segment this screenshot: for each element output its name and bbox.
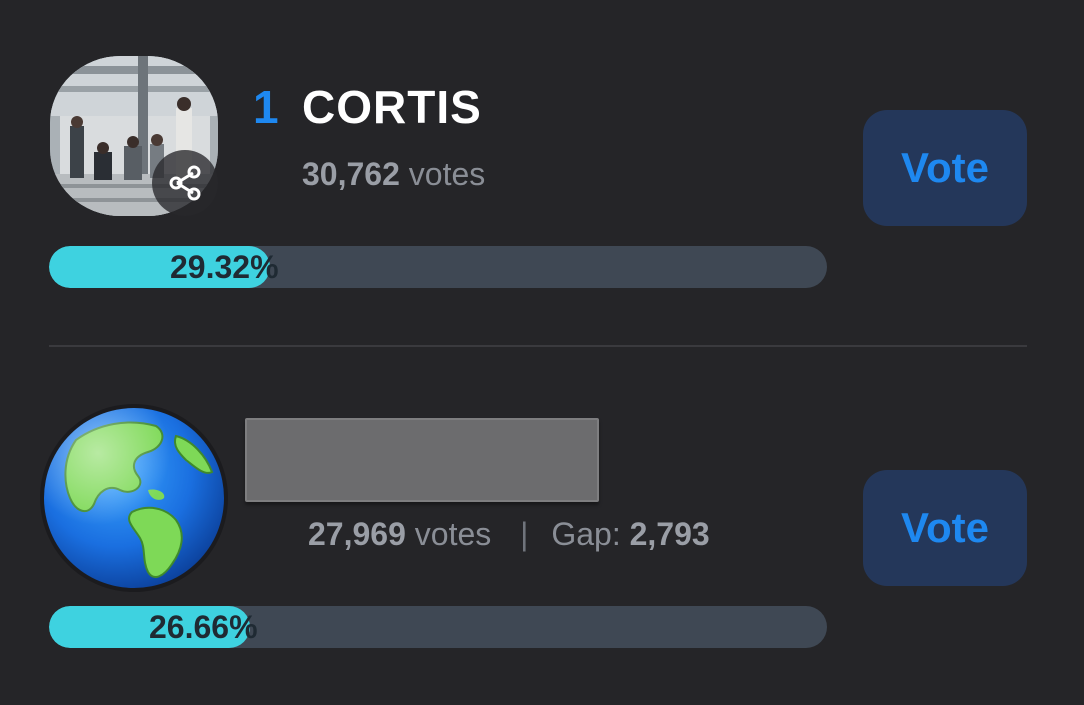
entry-1-vote-count: 30,762 xyxy=(302,156,400,192)
share-button[interactable] xyxy=(152,150,218,216)
entry-2-avatar[interactable] xyxy=(36,400,232,596)
rank-number: 1 xyxy=(253,81,279,133)
ranking-list: 1 CORTIS 30,762 votes Vote 29.32% 27,969… xyxy=(0,0,1084,705)
entry-1-vote-button[interactable]: Vote xyxy=(863,110,1027,226)
gap-label: Gap: xyxy=(551,516,621,552)
gap-value: 2,793 xyxy=(629,516,710,552)
entry-1-name: CORTIS xyxy=(302,81,482,133)
entry-1-votes: 30,762 votes xyxy=(302,158,485,190)
entry-2-vote-button[interactable]: Vote xyxy=(863,470,1027,586)
entry-1-votes-label: votes xyxy=(408,156,486,192)
entry-2-votes: 27,969 votes | Gap: 2,793 xyxy=(308,518,710,550)
separator: | xyxy=(520,516,529,552)
entry-1-percent: 29.32% xyxy=(170,249,279,285)
globe-icon xyxy=(40,404,228,592)
entry-2-vote-count: 27,969 xyxy=(308,516,406,552)
entry-1-progress-bar: 29.32% xyxy=(49,246,827,288)
entry-2-votes-label: votes xyxy=(414,516,492,552)
divider xyxy=(49,345,1027,347)
entry-2-progress-bar: 26.66% xyxy=(49,606,827,648)
entry-2-percent: 26.66% xyxy=(149,609,258,645)
redacted-name xyxy=(245,418,599,502)
share-icon xyxy=(169,165,201,201)
